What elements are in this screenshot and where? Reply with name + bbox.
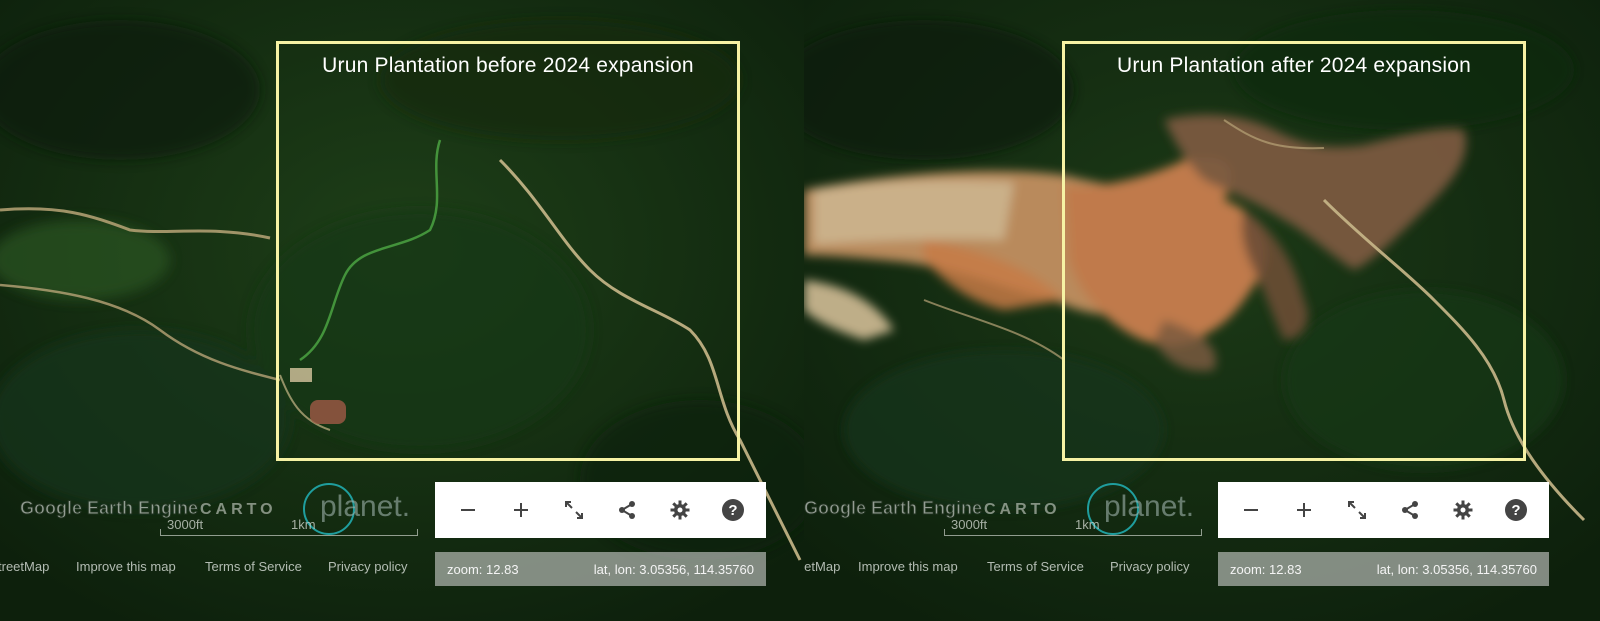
scale-label-feet: 3000ft (951, 517, 988, 532)
svg-text:?: ? (1512, 502, 1521, 519)
map-panel-after[interactable]: Urun Plantation after 2024 expansion Goo… (804, 0, 1600, 621)
gear-icon (670, 500, 690, 520)
zoom-out-button[interactable] (448, 490, 488, 530)
expand-icon (564, 501, 583, 519)
map-controls-toolbar: ? (1218, 482, 1549, 538)
plus-icon (513, 503, 528, 517)
svg-text:?: ? (729, 502, 738, 519)
minus-icon (460, 509, 475, 511)
planet-logo: planet. (320, 490, 411, 523)
panel-title: Urun Plantation after 2024 expansion (1117, 54, 1471, 77)
zoom-in-button[interactable] (1284, 490, 1324, 530)
terms-of-service-link[interactable]: Terms of Service (205, 559, 302, 574)
carto-logo: CARTO (200, 501, 277, 518)
scale-label-km: 1km (1075, 517, 1100, 532)
share-button[interactable] (1390, 490, 1430, 530)
planet-logo: planet. (1104, 490, 1195, 523)
carto-logo: CARTO (984, 501, 1061, 518)
help-button[interactable]: ? (713, 490, 753, 530)
zoom-readout: zoom: 12.83 (1230, 561, 1302, 577)
area-of-interest-box: Urun Plantation after 2024 expansion (1062, 41, 1526, 461)
improve-map-link[interactable]: Improve this map (76, 559, 176, 574)
share-icon (619, 501, 636, 519)
help-icon: ? (722, 499, 745, 521)
map-status-bar: zoom: 12.83 lat, lon: 3.05356, 114.35760 (1218, 552, 1549, 586)
map-controls-toolbar: ? (435, 482, 766, 538)
google-earth-engine-logo: Google Earth Engine (804, 498, 983, 519)
coordinate-readout: lat, lon: 3.05356, 114.35760 (1376, 561, 1537, 577)
improve-map-link[interactable]: Improve this map (858, 559, 958, 574)
terms-of-service-link[interactable]: Terms of Service (987, 559, 1084, 574)
expand-icon (1347, 501, 1366, 519)
zoom-readout: zoom: 12.83 (447, 561, 519, 577)
map-status-bar: zoom: 12.83 lat, lon: 3.05356, 114.35760 (435, 552, 766, 586)
plus-icon (1296, 503, 1311, 517)
attribution-openstreetmap-link[interactable]: treetMap (0, 559, 49, 574)
attribution-openstreetmap-link[interactable]: treetMap (804, 559, 840, 574)
fullscreen-button[interactable] (554, 490, 594, 530)
privacy-policy-link[interactable]: Privacy policy (328, 559, 407, 574)
settings-button[interactable] (660, 490, 700, 530)
share-icon (1402, 501, 1419, 519)
zoom-out-button[interactable] (1231, 490, 1271, 530)
google-earth-engine-logo: Google Earth Engine (19, 498, 199, 519)
scale-label-km: 1km (291, 517, 316, 532)
comparison-view: Urun Plantation before 2024 expansion Go… (0, 0, 1600, 621)
help-icon: ? (1505, 499, 1528, 521)
panel-title: Urun Plantation before 2024 expansion (322, 54, 694, 77)
share-button[interactable] (607, 490, 647, 530)
gear-icon (1453, 500, 1473, 520)
minus-icon (1243, 509, 1258, 511)
map-panel-before[interactable]: Urun Plantation before 2024 expansion Go… (0, 0, 804, 621)
privacy-policy-link[interactable]: Privacy policy (1110, 559, 1189, 574)
area-of-interest-box: Urun Plantation before 2024 expansion (276, 41, 740, 461)
zoom-in-button[interactable] (501, 490, 541, 530)
settings-button[interactable] (1443, 490, 1483, 530)
scale-label-feet: 3000ft (167, 517, 204, 532)
coordinate-readout: lat, lon: 3.05356, 114.35760 (593, 561, 754, 577)
help-button[interactable]: ? (1496, 490, 1536, 530)
fullscreen-button[interactable] (1337, 490, 1377, 530)
